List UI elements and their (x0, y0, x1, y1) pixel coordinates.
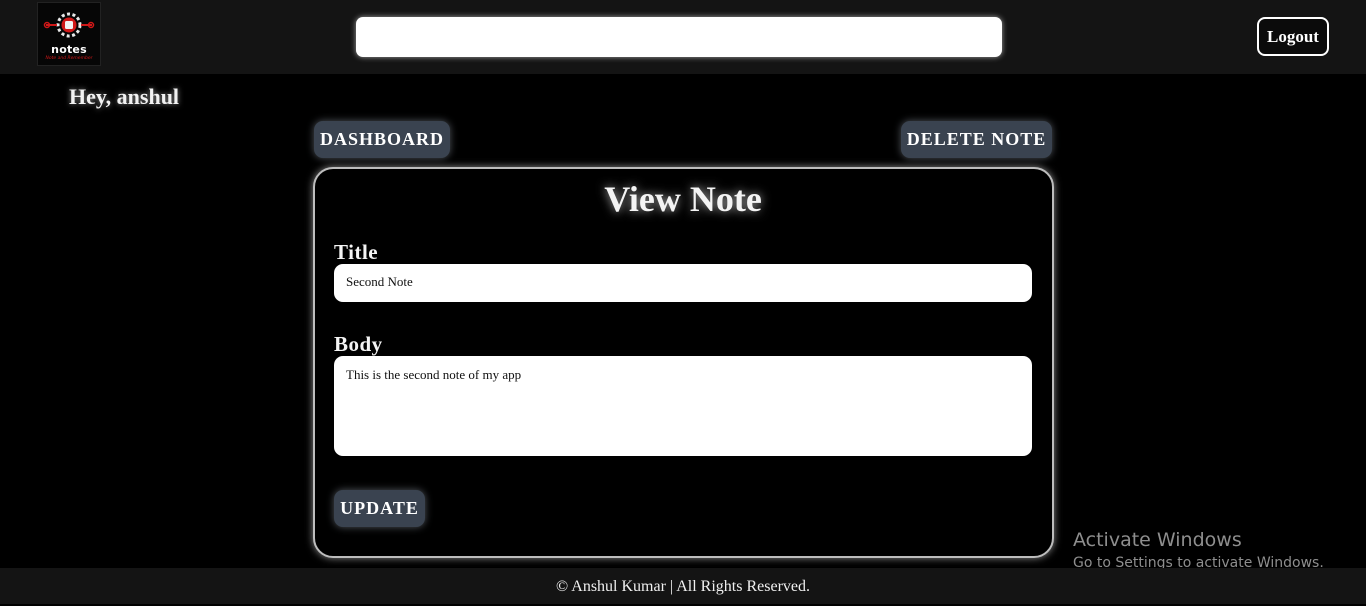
dashboard-button[interactable]: DASHBOARD (314, 121, 450, 158)
search-input[interactable] (356, 17, 1002, 57)
user-greeting: Hey, anshul (69, 84, 180, 109)
footer-copyright: © Anshul Kumar | All Rights Reserved. (555, 578, 810, 595)
update-button[interactable]: UPDATE (334, 490, 425, 527)
title-input[interactable]: Second Note (334, 264, 1032, 302)
watermark-title: Activate Windows (1073, 529, 1242, 551)
page-title: View Note (604, 179, 762, 219)
logo-tagline: Note and Remember (45, 56, 93, 61)
app-logo[interactable]: notes Note and Remember (37, 2, 101, 66)
body-label: Body (334, 332, 383, 356)
top-navbar: notes Note and Remember Logout (0, 0, 1366, 74)
delete-note-button[interactable]: DELETE NOTE (901, 121, 1052, 158)
body-textarea[interactable]: This is the second note of my app (334, 356, 1032, 456)
title-label: Title (334, 240, 379, 264)
logo-text: notes (51, 43, 87, 56)
logout-button[interactable]: Logout (1257, 17, 1329, 56)
footer: © Anshul Kumar | All Rights Reserved. (0, 568, 1366, 604)
